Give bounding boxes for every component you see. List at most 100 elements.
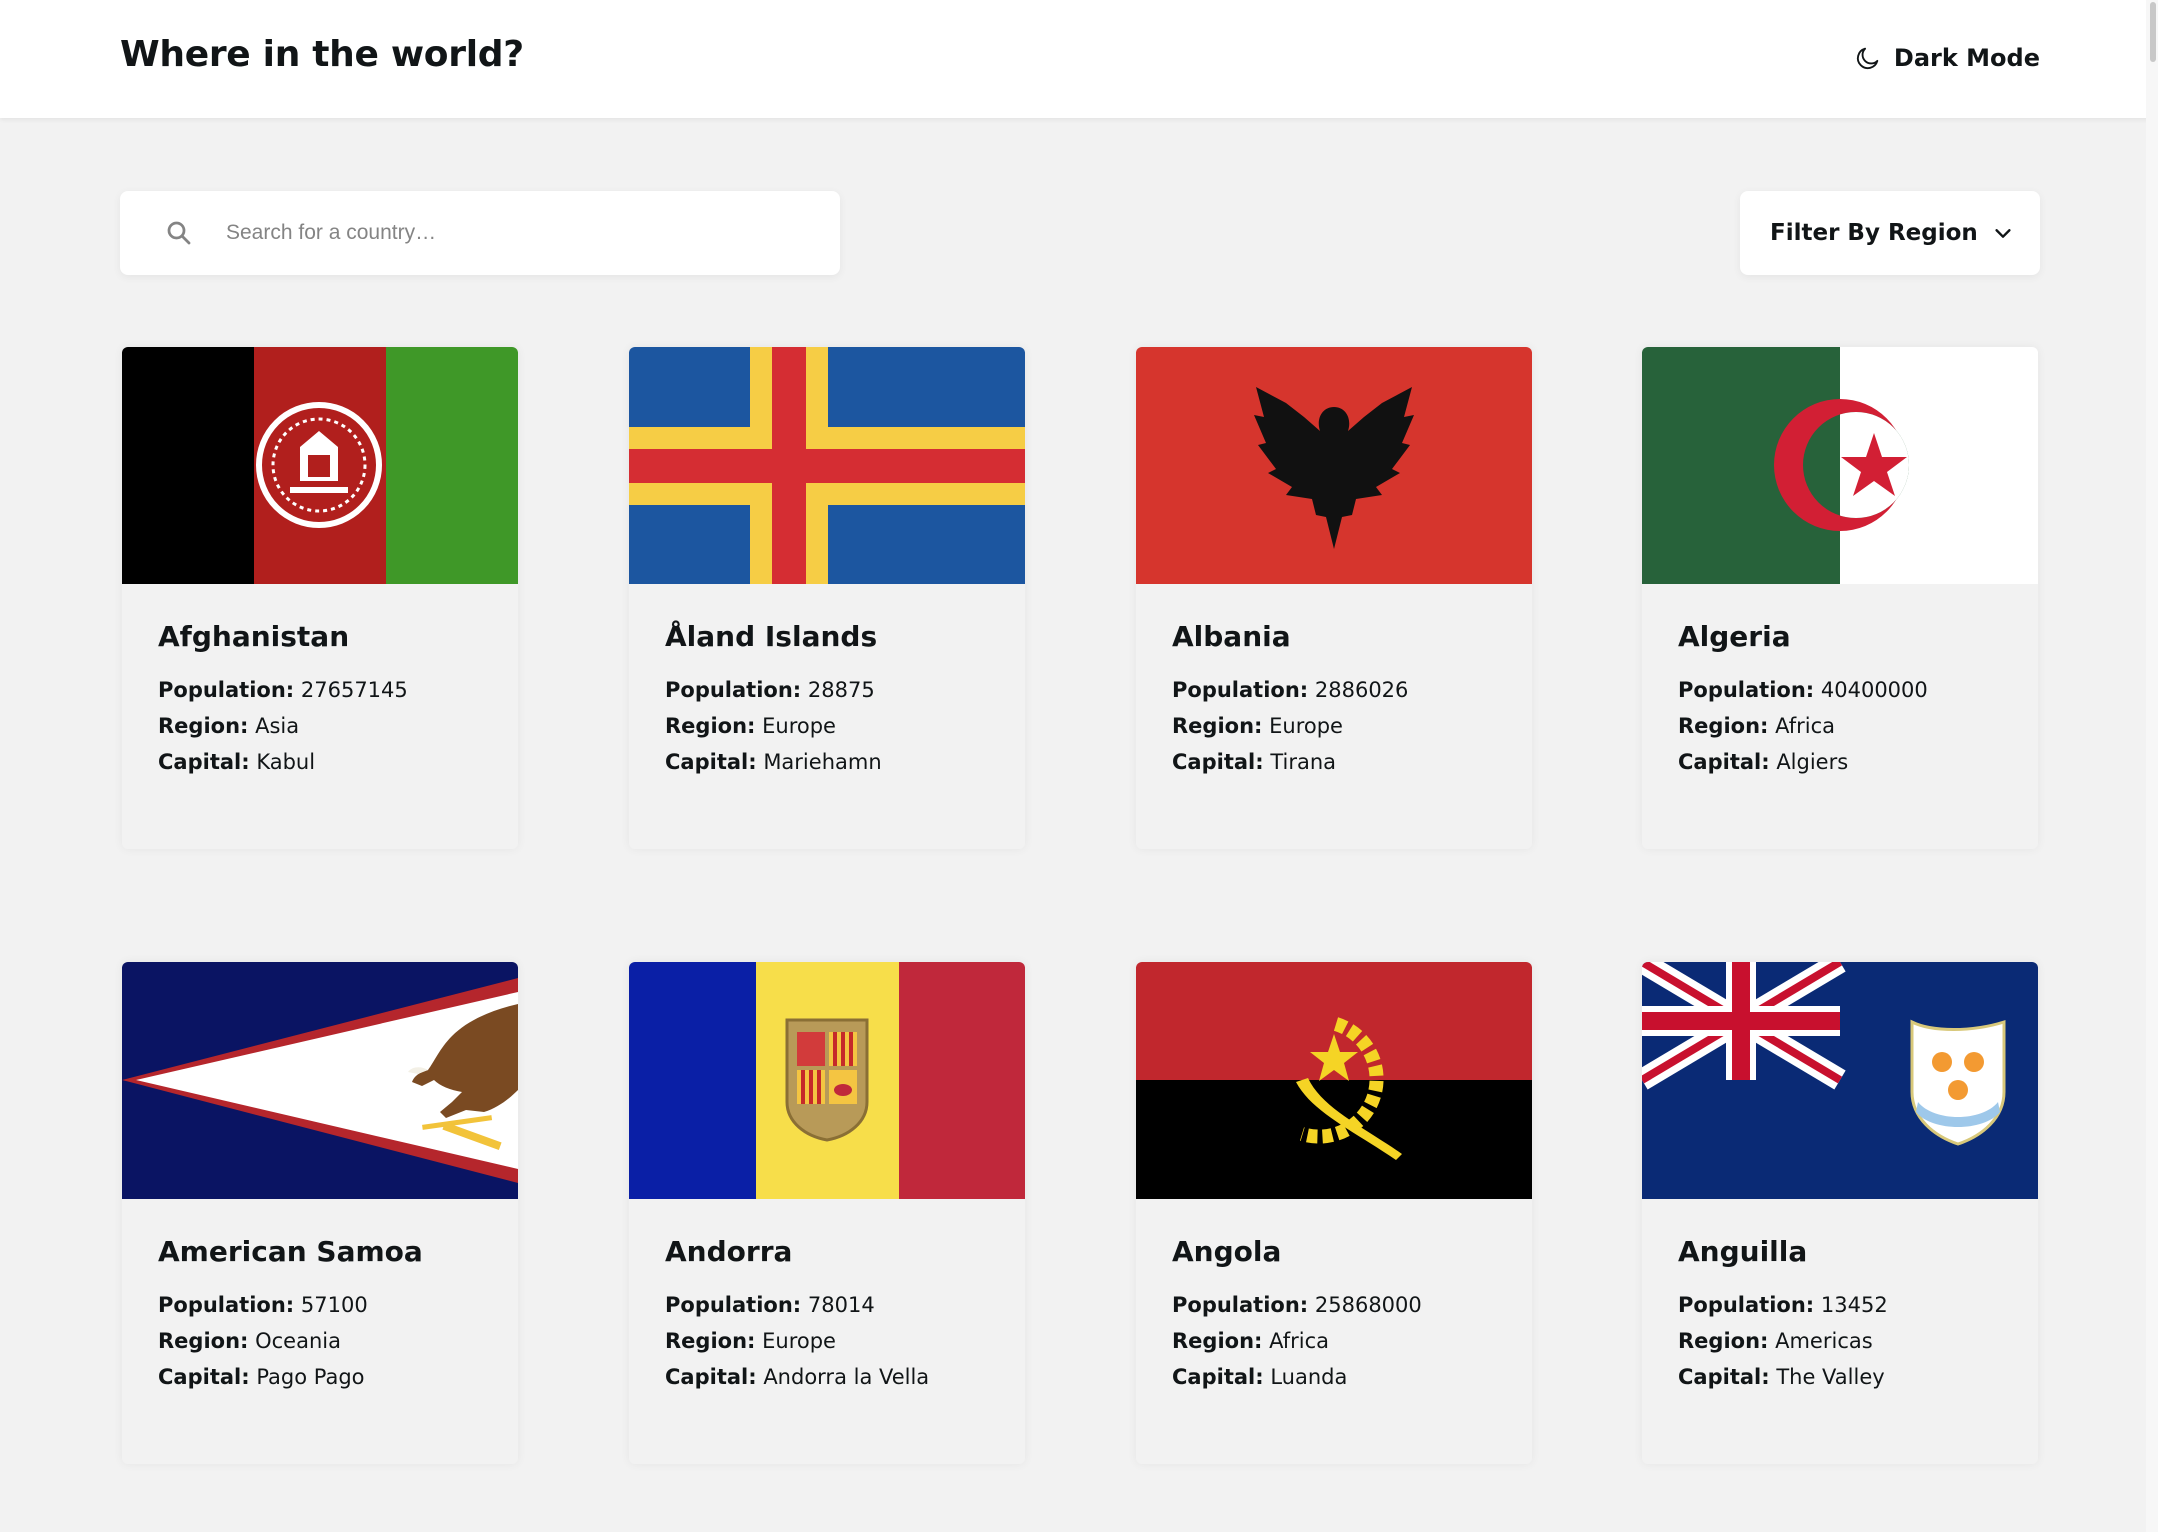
- country-card[interactable]: Andorra Population: 78014 Region: Europe…: [629, 962, 1025, 1464]
- dark-mode-toggle[interactable]: Dark Mode: [1854, 38, 2040, 78]
- region-label: Region:: [158, 1329, 249, 1353]
- capital-value: Tirana: [1270, 750, 1337, 774]
- capital-label: Capital:: [1172, 750, 1264, 774]
- filter-label: Filter By Region: [1770, 220, 1978, 246]
- capital-value: Kabul: [256, 750, 316, 774]
- capital-line: Capital: Kabul: [158, 749, 482, 775]
- page-scrollbar[interactable]: [2146, 0, 2158, 1532]
- capital-label: Capital:: [1172, 1365, 1264, 1389]
- app-title: Where in the world?: [120, 34, 524, 75]
- capital-line: Capital: Mariehamn: [665, 749, 989, 775]
- country-name: American Samoa: [158, 1235, 423, 1268]
- capital-label: Capital:: [158, 1365, 250, 1389]
- country-name: Algeria: [1678, 620, 1791, 653]
- capital-label: Capital:: [1678, 1365, 1770, 1389]
- capital-label: Capital:: [665, 1365, 757, 1389]
- country-card[interactable]: American Samoa Population: 57100 Region:…: [122, 962, 518, 1464]
- search-input[interactable]: [224, 202, 840, 264]
- region-label: Region:: [1678, 1329, 1769, 1353]
- chevron-down-icon: [1995, 229, 2011, 238]
- population-value: 27657145: [300, 678, 408, 702]
- capital-value: Pago Pago: [256, 1365, 365, 1389]
- region-line: Region: Europe: [1172, 713, 1496, 739]
- capital-value: The Valley: [1776, 1365, 1885, 1389]
- search-icon: [167, 221, 191, 245]
- dark-mode-label: Dark Mode: [1893, 44, 2040, 72]
- population-line: Population: 28875: [665, 677, 989, 703]
- flag-aland-islands: [629, 347, 1025, 584]
- flag-anguilla: [1642, 962, 2038, 1199]
- population-value: 25868000: [1314, 1293, 1422, 1317]
- country-card[interactable]: Algeria Population: 40400000 Region: Afr…: [1642, 347, 2038, 849]
- scrollbar-thumb[interactable]: [2150, 2, 2156, 62]
- population-label: Population:: [1678, 1293, 1815, 1317]
- flag-angola: [1136, 962, 1532, 1199]
- population-label: Population:: [665, 1293, 802, 1317]
- region-line: Region: Europe: [665, 713, 989, 739]
- region-value: Americas: [1775, 1329, 1873, 1353]
- population-value: 28875: [807, 678, 875, 702]
- population-value: 57100: [300, 1293, 368, 1317]
- population-line: Population: 57100: [158, 1292, 482, 1318]
- capital-value: Algiers: [1776, 750, 1849, 774]
- region-value: Europe: [1269, 714, 1343, 738]
- region-label: Region:: [665, 714, 756, 738]
- population-label: Population:: [158, 1293, 295, 1317]
- population-line: Population: 25868000: [1172, 1292, 1496, 1318]
- region-value: Asia: [255, 714, 300, 738]
- region-line: Region: Americas: [1678, 1328, 2002, 1354]
- region-label: Region:: [158, 714, 249, 738]
- country-name: Andorra: [665, 1235, 793, 1268]
- region-line: Region: Asia: [158, 713, 482, 739]
- region-value: Africa: [1269, 1329, 1330, 1353]
- capital-value: Luanda: [1270, 1365, 1348, 1389]
- region-label: Region:: [1678, 714, 1769, 738]
- region-value: Oceania: [255, 1329, 341, 1353]
- flag-algeria: [1642, 347, 2038, 584]
- population-line: Population: 40400000: [1678, 677, 2002, 703]
- capital-line: Capital: Algiers: [1678, 749, 2002, 775]
- moon-icon: [1856, 47, 1879, 70]
- country-name: Angola: [1172, 1235, 1282, 1268]
- search-box[interactable]: [120, 191, 840, 275]
- country-card[interactable]: Afghanistan Population: 27657145 Region:…: [122, 347, 518, 849]
- population-line: Population: 13452: [1678, 1292, 2002, 1318]
- country-name: Anguilla: [1678, 1235, 1808, 1268]
- region-filter-dropdown[interactable]: Filter By Region: [1740, 191, 2040, 275]
- population-label: Population:: [1172, 1293, 1309, 1317]
- capital-value: Mariehamn: [763, 750, 882, 774]
- population-label: Population:: [1678, 678, 1815, 702]
- region-label: Region:: [1172, 1329, 1263, 1353]
- country-card[interactable]: Angola Population: 25868000 Region: Afri…: [1136, 962, 1532, 1464]
- capital-line: Capital: Andorra la Vella: [665, 1364, 989, 1390]
- region-value: Europe: [762, 714, 836, 738]
- region-value: Africa: [1775, 714, 1836, 738]
- region-label: Region:: [1172, 714, 1263, 738]
- flag-american-samoa: [122, 962, 518, 1199]
- population-line: Population: 78014: [665, 1292, 989, 1318]
- capital-line: Capital: Pago Pago: [158, 1364, 482, 1390]
- country-card[interactable]: Anguilla Population: 13452 Region: Ameri…: [1642, 962, 2038, 1464]
- region-line: Region: Africa: [1678, 713, 2002, 739]
- capital-label: Capital:: [665, 750, 757, 774]
- population-line: Population: 27657145: [158, 677, 482, 703]
- capital-line: Capital: Luanda: [1172, 1364, 1496, 1390]
- top-header: Where in the world? Dark Mode: [0, 0, 2158, 118]
- country-card[interactable]: Åland Islands Population: 28875 Region: …: [629, 347, 1025, 849]
- region-line: Region: Africa: [1172, 1328, 1496, 1354]
- country-card[interactable]: Albania Population: 2886026 Region: Euro…: [1136, 347, 1532, 849]
- population-value: 40400000: [1820, 678, 1928, 702]
- region-label: Region:: [665, 1329, 756, 1353]
- capital-line: Capital: The Valley: [1678, 1364, 2002, 1390]
- region-value: Europe: [762, 1329, 836, 1353]
- flag-afghanistan: [122, 347, 518, 584]
- capital-value: Andorra la Vella: [763, 1365, 930, 1389]
- flag-andorra: [629, 962, 1025, 1199]
- population-line: Population: 2886026: [1172, 677, 1496, 703]
- region-line: Region: Oceania: [158, 1328, 482, 1354]
- population-label: Population:: [665, 678, 802, 702]
- country-name: Afghanistan: [158, 620, 350, 653]
- country-name: Åland Islands: [665, 620, 878, 653]
- capital-label: Capital:: [158, 750, 250, 774]
- population-label: Population:: [1172, 678, 1309, 702]
